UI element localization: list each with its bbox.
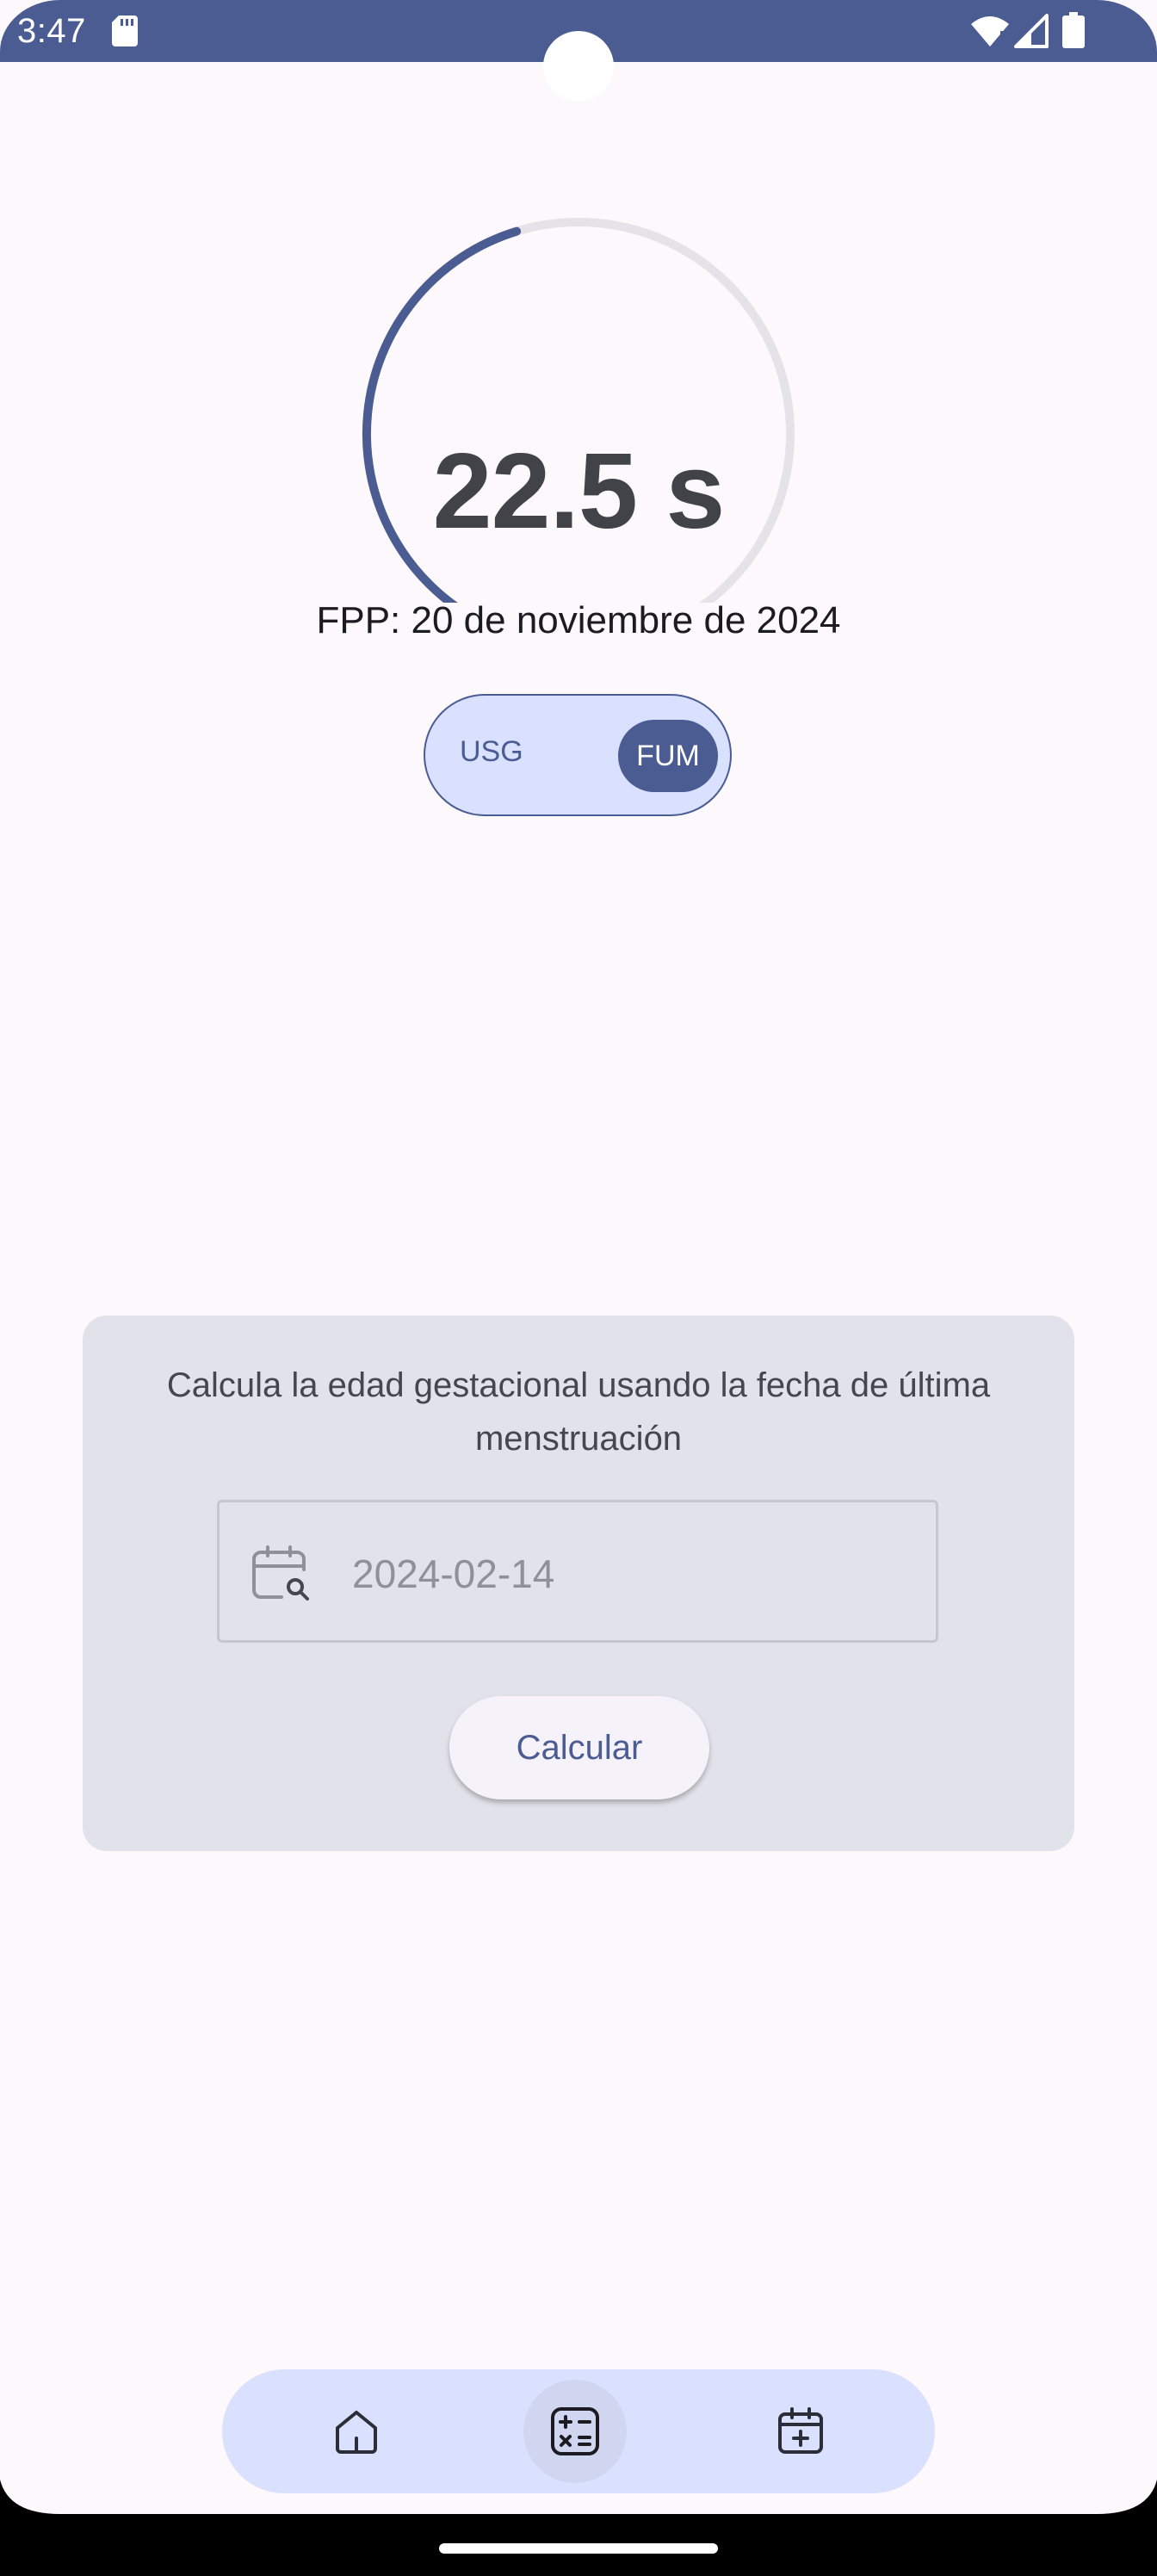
gauge-value: 22.5 s (432, 432, 726, 551)
nav-item-calendar[interactable] (749, 2380, 852, 2483)
nav-item-calculator[interactable] (523, 2380, 627, 2483)
calculator-icon (551, 2407, 599, 2455)
date-field-value: 2024-02-14 (352, 1551, 555, 1596)
calendar-add-icon (778, 2407, 823, 2454)
home-icon (336, 2411, 377, 2454)
fum-card: Calcula la edad gestacional usando la fe… (83, 1316, 1074, 1851)
screen-corner-left (0, 2480, 60, 2576)
calculate-button[interactable]: Calcular (449, 1696, 709, 1799)
toggle-option-usg[interactable]: USG (460, 735, 523, 769)
calendar-search-icon (252, 1545, 309, 1601)
screen-corner-right (1097, 2480, 1157, 2576)
card-description: Calcula la edad gestacional usando la fe… (166, 1366, 991, 1458)
date-field[interactable]: 2024-02-14 (217, 1500, 938, 1643)
method-toggle[interactable]: USG FUM (424, 694, 732, 816)
bottom-navigation (222, 2369, 935, 2493)
due-date-label: FPP: 20 de noviembre de 2024 (316, 599, 841, 641)
nav-item-home[interactable] (305, 2380, 408, 2483)
toggle-option-fum[interactable]: FUM (618, 720, 718, 792)
gesture-handle[interactable] (439, 2543, 718, 2554)
gesture-navigation-bar (0, 2514, 1157, 2576)
